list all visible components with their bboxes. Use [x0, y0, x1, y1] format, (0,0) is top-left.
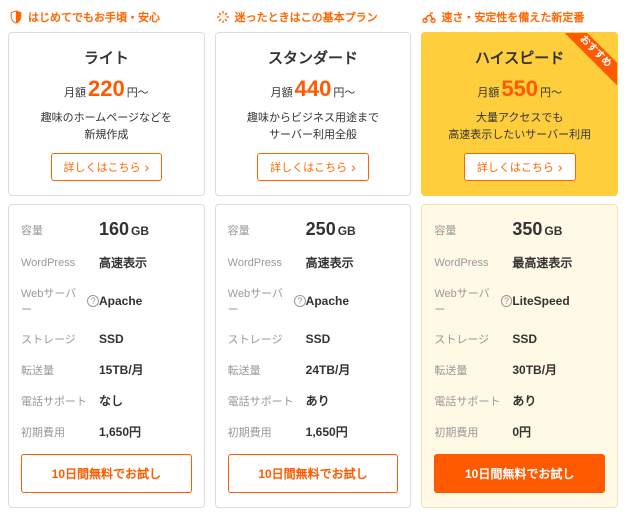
help-icon[interactable]: ? — [87, 295, 99, 307]
shield-icon — [8, 9, 24, 25]
plan-price: 月額440円～ — [228, 76, 399, 102]
recommended-ribbon: おすすめ — [561, 33, 617, 89]
plan-tagline: 速さ・安定性を備えた新定番 — [421, 8, 618, 26]
spec-wordpress: WordPress最高速表示 — [434, 254, 605, 271]
plan-name: スタンダード — [228, 47, 399, 68]
sparkle-icon — [215, 9, 231, 25]
pricing-plans: はじめてでもお手頃・安心 ライト 月額220円～ 趣味のホームページなどを新規作… — [8, 8, 618, 508]
spec-capacity: 容量350GB — [434, 219, 605, 240]
spec-phone-support: 電話サポートあり — [434, 392, 605, 409]
help-icon[interactable]: ? — [501, 295, 513, 307]
trial-button[interactable]: 10日間無料でお試し — [21, 454, 192, 493]
plan-specs: 容量160GB WordPress高速表示 Webサーバー?Apache ストレ… — [8, 204, 205, 508]
plan-specs: 容量250GB WordPress高速表示 Webサーバー?Apache ストレ… — [215, 204, 412, 508]
spec-initial-cost: 初期費用1,650円 — [228, 423, 399, 440]
plan-description: 趣味のホームページなどを新規作成 — [21, 110, 192, 143]
plan-description: 趣味からビジネス用途までサーバー利用全般 — [228, 110, 399, 143]
spec-transfer: 転送量30TB/月 — [434, 361, 605, 378]
spec-phone-support: 電話サポートなし — [21, 392, 192, 409]
spec-webserver: Webサーバー?Apache — [228, 285, 399, 317]
plan-card: スタンダード 月額440円～ 趣味からビジネス用途までサーバー利用全般 詳しくは… — [215, 32, 412, 196]
plan-price: 月額220円～ — [21, 76, 192, 102]
spec-capacity: 容量250GB — [228, 219, 399, 240]
spec-webserver: Webサーバー?Apache — [21, 285, 192, 317]
spec-transfer: 転送量15TB/月 — [21, 361, 192, 378]
plan-specs: 容量350GB WordPress最高速表示 Webサーバー?LiteSpeed… — [421, 204, 618, 508]
spec-storage: ストレージSSD — [228, 331, 399, 347]
plan-tagline: 迷ったときはこの基本プラン — [215, 8, 412, 26]
spec-webserver: Webサーバー?LiteSpeed — [434, 285, 605, 317]
plan-card: おすすめ ハイスピード 月額550円～ 大量アクセスでも高速表示したいサーバー利… — [421, 32, 618, 196]
plan-standard: 迷ったときはこの基本プラン スタンダード 月額440円～ 趣味からビジネス用途ま… — [215, 8, 412, 508]
spec-storage: ストレージSSD — [434, 331, 605, 347]
help-icon[interactable]: ? — [294, 295, 306, 307]
plan-highspeed: 速さ・安定性を備えた新定番 おすすめ ハイスピード 月額550円～ 大量アクセス… — [421, 8, 618, 508]
spec-initial-cost: 初期費用0円 — [434, 423, 605, 440]
trial-button[interactable]: 10日間無料でお試し — [228, 454, 399, 493]
plan-description: 大量アクセスでも高速表示したいサーバー利用 — [434, 110, 605, 143]
spec-initial-cost: 初期費用1,650円 — [21, 423, 192, 440]
plan-tagline: はじめてでもお手頃・安心 — [8, 8, 205, 26]
spec-transfer: 転送量24TB/月 — [228, 361, 399, 378]
spec-phone-support: 電話サポートあり — [228, 392, 399, 409]
motorcycle-icon — [421, 9, 437, 25]
spec-storage: ストレージSSD — [21, 331, 192, 347]
spec-wordpress: WordPress高速表示 — [228, 254, 399, 271]
plan-card: ライト 月額220円～ 趣味のホームページなどを新規作成 詳しくはこちら — [8, 32, 205, 196]
more-details-button[interactable]: 詳しくはこちら — [464, 153, 576, 181]
plan-name: ライト — [21, 47, 192, 68]
spec-capacity: 容量160GB — [21, 219, 192, 240]
more-details-button[interactable]: 詳しくはこちら — [257, 153, 369, 181]
trial-button[interactable]: 10日間無料でお試し — [434, 454, 605, 493]
more-details-button[interactable]: 詳しくはこちら — [51, 153, 163, 181]
spec-wordpress: WordPress高速表示 — [21, 254, 192, 271]
plan-lite: はじめてでもお手頃・安心 ライト 月額220円～ 趣味のホームページなどを新規作… — [8, 8, 205, 508]
